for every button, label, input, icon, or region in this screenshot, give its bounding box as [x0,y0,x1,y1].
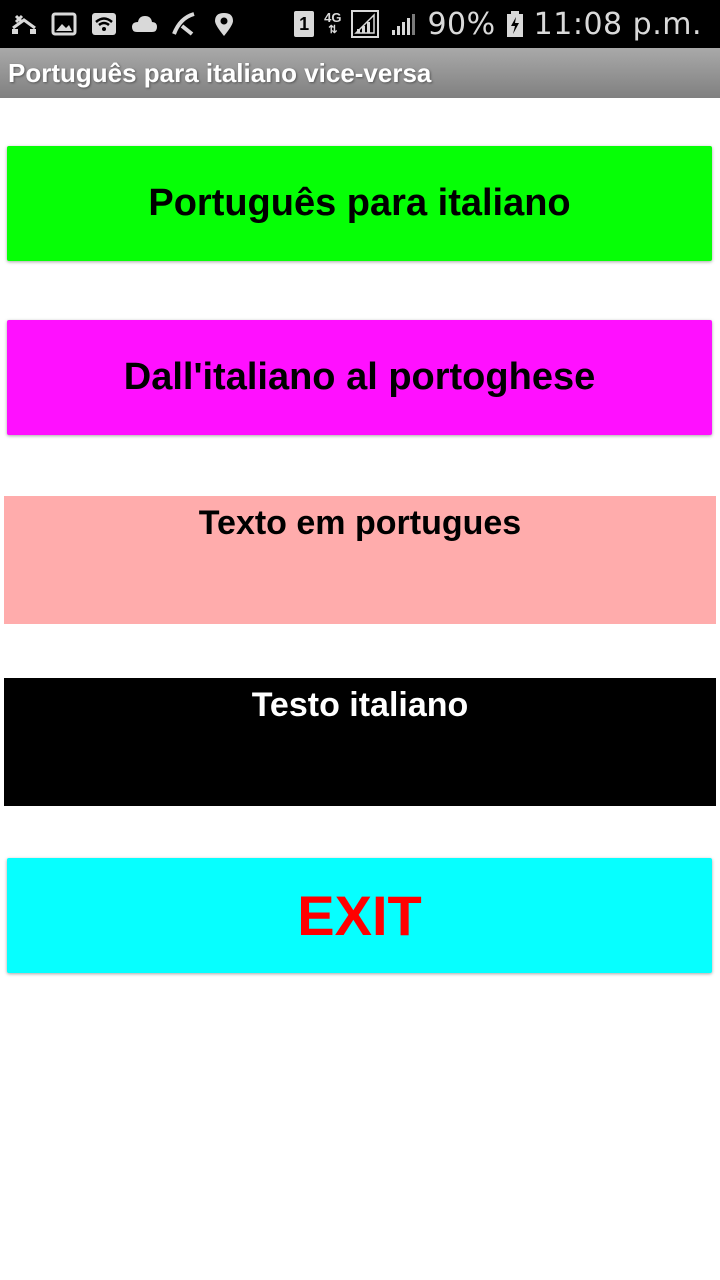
exit-button[interactable]: EXIT [7,858,712,973]
missed-call-icon [10,10,38,38]
italian-text-field[interactable]: Testo italiano [4,678,716,806]
wifi-icon [90,10,118,38]
portuguese-to-italian-button[interactable]: Português para italiano [7,146,712,261]
signal-sim1-icon [351,10,380,38]
cloud-icon [130,10,158,38]
italian-text-label: Testo italiano [251,686,469,724]
status-bar-system: 1 4G ⇅ 90% 11:08 p.m. [294,0,702,48]
status-bar-notifications [10,0,238,48]
signal-sim2-icon [389,10,417,38]
app-title-bar: Português para italiano vice-versa [0,48,720,98]
battery-percent: 90% [427,6,496,42]
clock: 11:08 p.m. [533,6,702,42]
network-type-label: 4G ⇅ [324,10,342,36]
image-icon [50,10,78,38]
italian-to-portuguese-button[interactable]: Dall'italiano al portoghese [7,320,712,435]
portuguese-text-field[interactable]: Texto em portugues [4,496,716,624]
battery-charging-icon [506,10,524,38]
app-icon [170,10,198,38]
portuguese-text-label: Texto em portugues [198,504,522,542]
location-icon [210,10,238,38]
status-bar: 1 4G ⇅ 90% 11:08 p.m. [0,0,720,48]
app-title: Português para italiano vice-versa [8,57,432,88]
sim-slot-icon: 1 [294,11,315,37]
